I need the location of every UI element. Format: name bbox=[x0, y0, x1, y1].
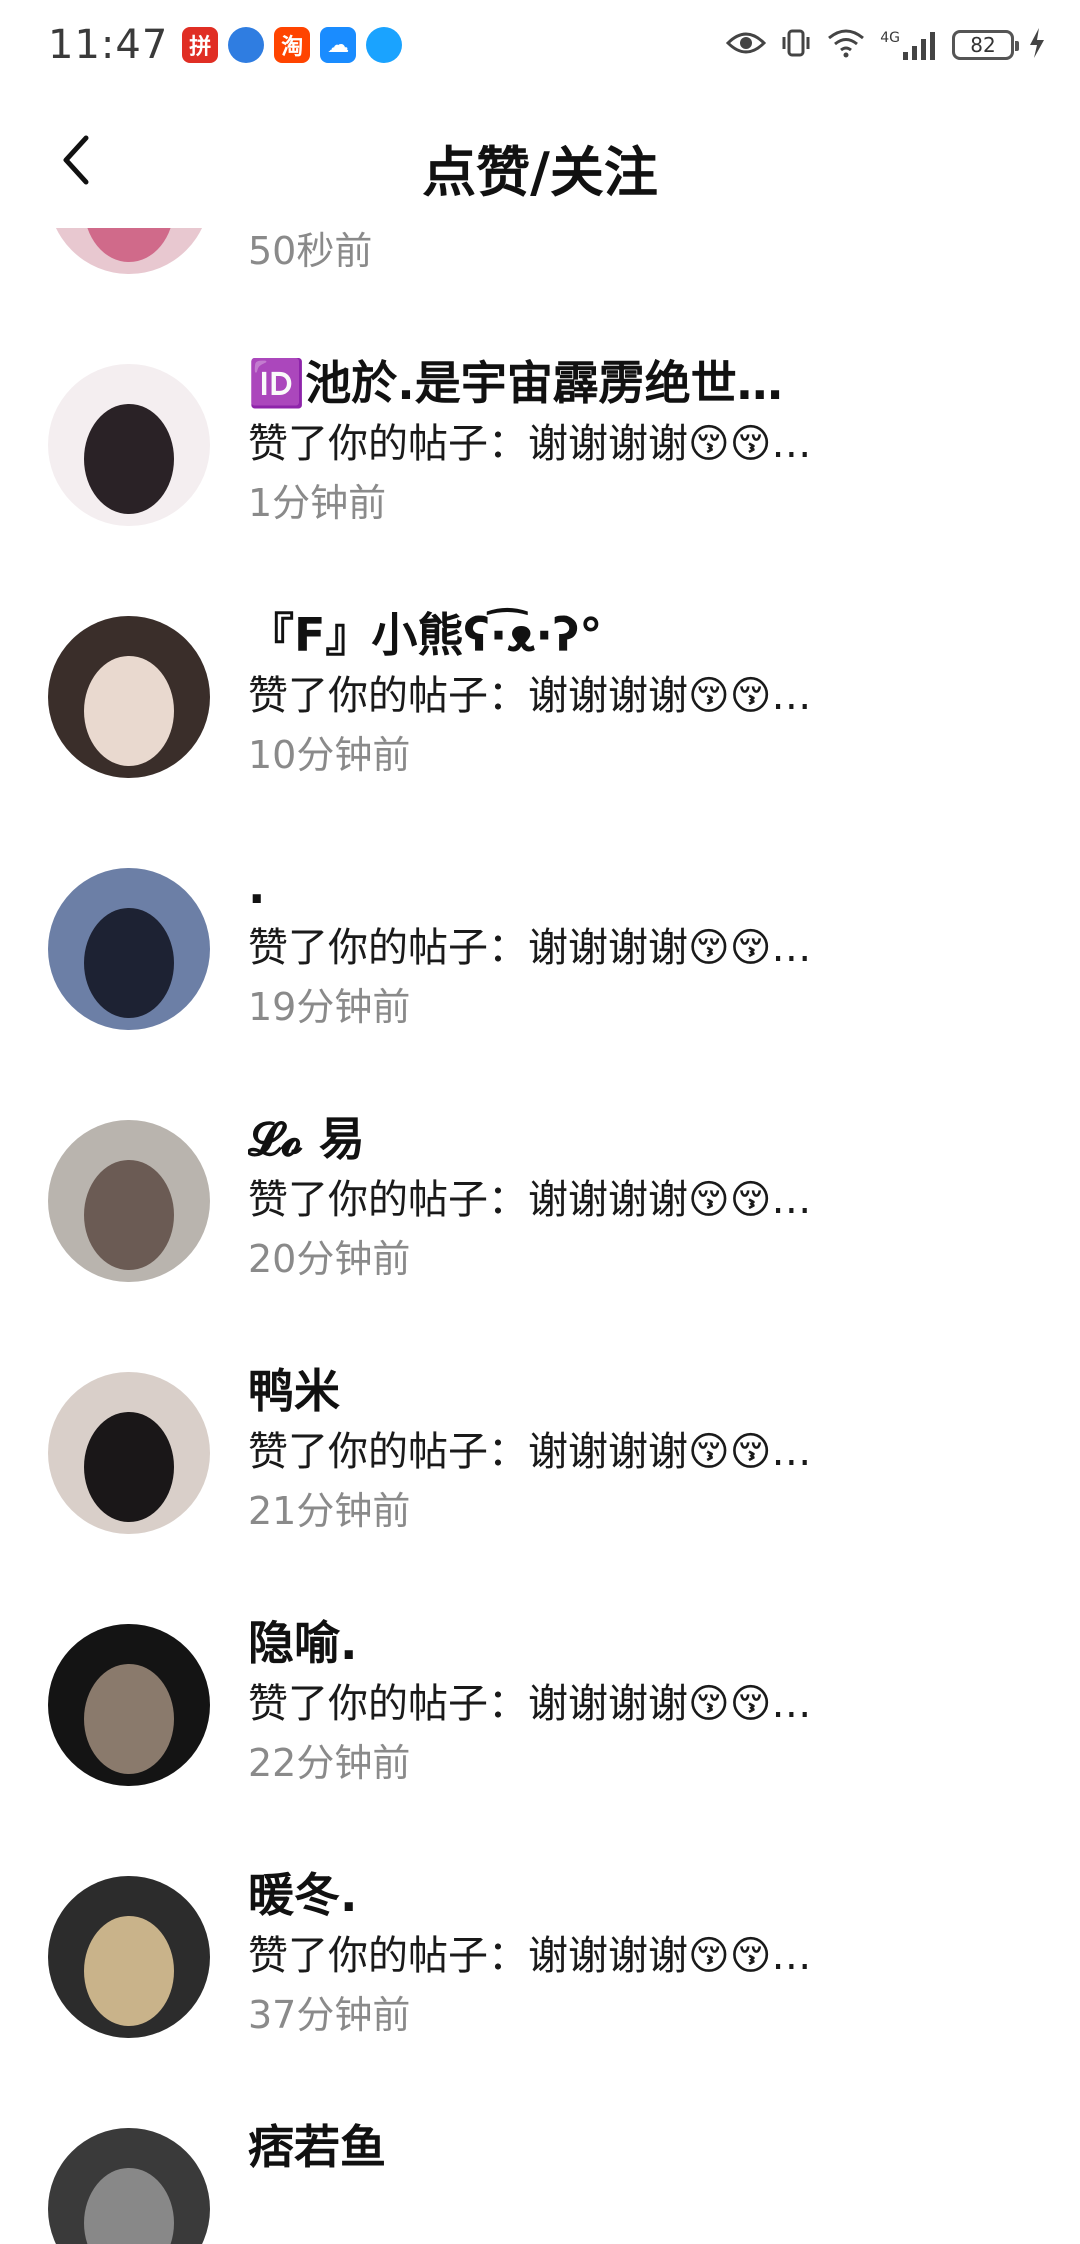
notification-text: 鸭米 赞了你的帖子：谢谢谢谢😚😚… 21分钟前 bbox=[248, 1360, 1048, 1540]
timestamp: 50秒前 bbox=[248, 229, 373, 273]
wifi-icon bbox=[826, 28, 866, 62]
notification-text: 痞若鱼 bbox=[248, 2116, 1048, 2244]
vibrate-icon bbox=[780, 27, 812, 63]
avatar[interactable] bbox=[48, 1120, 210, 1282]
notification-text: 暖冬. 赞了你的帖子：谢谢谢谢😚😚… 37分钟前 bbox=[248, 1864, 1048, 2044]
user-name[interactable]: 『F』小熊ʕ·͡ᴥ·ʔ° bbox=[248, 604, 1048, 666]
avatar-figure bbox=[84, 228, 174, 262]
notification-list-viewport[interactable]: 喜欢你 .赞了你的帖子：谢谢谢谢😚😚…50秒前🆔池於.是宇宙霹雳绝世…赞了你的帖… bbox=[0, 228, 1080, 2244]
timestamp: 22分钟前 bbox=[248, 1741, 411, 1785]
timestamp: 19分钟前 bbox=[248, 985, 411, 1029]
notification-item[interactable]: 🆔池於.是宇宙霹雳绝世… 赞了你的帖子：谢谢谢谢😚😚… 1分钟前 bbox=[0, 312, 1080, 564]
timestamp: 1分钟前 bbox=[248, 481, 387, 525]
action-text[interactable]: 赞了你的帖子：谢谢谢谢😚😚… bbox=[248, 1926, 1048, 1986]
timestamp bbox=[248, 2238, 1048, 2244]
notification-text: 喜欢你 .赞了你的帖子：谢谢谢谢😚😚…50秒前 bbox=[248, 228, 1048, 280]
battery-level: 82 bbox=[970, 33, 996, 57]
avatar-figure bbox=[84, 908, 174, 1018]
user-name[interactable]: 𝓛𝓸 易 bbox=[248, 1108, 1048, 1170]
notification-item[interactable]: 隐喻. 赞了你的帖子：谢谢谢谢😚😚… 22分钟前 bbox=[0, 1572, 1080, 1824]
action-text[interactable]: 赞了你的帖子：谢谢谢谢😚😚… bbox=[248, 1170, 1048, 1230]
notification-text: 🆔池於.是宇宙霹雳绝世… 赞了你的帖子：谢谢谢谢😚😚… 1分钟前 bbox=[248, 352, 1048, 532]
avatar[interactable] bbox=[48, 364, 210, 526]
user-name[interactable]: 痞若鱼 bbox=[248, 2116, 1048, 2178]
avatar[interactable] bbox=[48, 1624, 210, 1786]
user-name[interactable]: 隐喻. bbox=[248, 1612, 1048, 1674]
action-text[interactable]: 赞了你的帖子：谢谢谢谢😚😚… bbox=[248, 1422, 1048, 1482]
taobao-icon: 淘 bbox=[274, 27, 311, 63]
notification-list: 喜欢你 .赞了你的帖子：谢谢谢谢😚😚…50秒前🆔池於.是宇宙霹雳绝世…赞了你的帖… bbox=[0, 228, 1080, 2244]
network-type: 4G bbox=[880, 30, 900, 46]
avatar-figure bbox=[84, 1412, 174, 1522]
user-name[interactable]: 鸭米 bbox=[248, 1360, 1048, 1422]
timestamp: 20分钟前 bbox=[248, 1237, 411, 1281]
avatar[interactable] bbox=[48, 1372, 210, 1534]
timestamp: 37分钟前 bbox=[248, 1993, 411, 2037]
avatar[interactable] bbox=[48, 2128, 210, 2244]
status-left: 11:47 拼 淘 ☁ bbox=[48, 22, 412, 68]
avatar-figure bbox=[84, 404, 174, 514]
notification-text: 𝓛𝓸 易赞了你的帖子：谢谢谢谢😚😚… 20分钟前 bbox=[248, 1108, 1048, 1288]
notification-text: . 赞了你的帖子：谢谢谢谢😚😚… 19分钟前 bbox=[248, 856, 1048, 1036]
action-text[interactable]: 赞了你的帖子：谢谢谢谢😚😚… bbox=[248, 414, 1048, 474]
timestamp: 10分钟前 bbox=[248, 733, 411, 777]
status-bar: 11:47 拼 淘 ☁ 4G 82 bbox=[0, 0, 1080, 90]
avatar[interactable] bbox=[48, 616, 210, 778]
notification-item[interactable]: 『F』小熊ʕ·͡ᴥ·ʔ° 赞了你的帖子：谢谢谢谢😚😚… 10分钟前 bbox=[0, 564, 1080, 816]
notification-item[interactable]: 痞若鱼 bbox=[0, 2076, 1080, 2244]
user-name[interactable]: 暖冬. bbox=[248, 1864, 1048, 1926]
notification-app-icons: 拼 淘 ☁ bbox=[182, 27, 412, 63]
avatar-figure bbox=[84, 1160, 174, 1270]
search-app-icon bbox=[366, 27, 403, 63]
charging-icon bbox=[1028, 28, 1046, 62]
avatar-figure bbox=[84, 2168, 174, 2244]
notification-text: 隐喻. 赞了你的帖子：谢谢谢谢😚😚… 22分钟前 bbox=[248, 1612, 1048, 1792]
browser-icon bbox=[228, 27, 265, 63]
notification-text: 『F』小熊ʕ·͡ᴥ·ʔ° 赞了你的帖子：谢谢谢谢😚😚… 10分钟前 bbox=[248, 604, 1048, 784]
notification-item[interactable]: 暖冬. 赞了你的帖子：谢谢谢谢😚😚… 37分钟前 bbox=[0, 1824, 1080, 2076]
cellular-signal-icon: 4G bbox=[880, 30, 938, 60]
avatar[interactable] bbox=[48, 1876, 210, 2038]
timestamp: 21分钟前 bbox=[248, 1489, 411, 1533]
avatar-figure bbox=[84, 1916, 174, 2026]
status-right: 4G 82 bbox=[712, 27, 1046, 63]
action-text[interactable]: 赞了你的帖子：谢谢谢谢😚😚… bbox=[248, 1674, 1048, 1734]
user-name[interactable]: . bbox=[248, 856, 1048, 918]
avatar[interactable] bbox=[48, 228, 210, 274]
status-time: 11:47 bbox=[48, 22, 169, 68]
notification-item[interactable]: 𝓛𝓸 易赞了你的帖子：谢谢谢谢😚😚… 20分钟前 bbox=[0, 1068, 1080, 1320]
avatar[interactable] bbox=[48, 868, 210, 1030]
user-name[interactable]: 🆔池於.是宇宙霹雳绝世… bbox=[248, 352, 1048, 414]
notification-item[interactable]: 鸭米 赞了你的帖子：谢谢谢谢😚😚… 21分钟前 bbox=[0, 1320, 1080, 1572]
action-text[interactable]: 赞了你的帖子：谢谢谢谢😚😚… bbox=[248, 918, 1048, 978]
action-text[interactable]: 赞了你的帖子：谢谢谢谢😚😚… bbox=[248, 666, 1048, 726]
action-text[interactable] bbox=[248, 2178, 1048, 2238]
header: 点赞/关注 bbox=[0, 100, 1080, 220]
notification-item[interactable]: 喜欢你 .赞了你的帖子：谢谢谢谢😚😚…50秒前 bbox=[0, 228, 1080, 312]
battery-icon: 82 bbox=[952, 30, 1019, 60]
pinduoduo-icon: 拼 bbox=[182, 27, 219, 63]
avatar-figure bbox=[84, 1664, 174, 1774]
weather-icon: ☁ bbox=[320, 27, 357, 63]
avatar-figure bbox=[84, 656, 174, 766]
page-title: 点赞/关注 bbox=[422, 141, 658, 204]
eye-icon bbox=[726, 29, 767, 61]
notification-item[interactable]: . 赞了你的帖子：谢谢谢谢😚😚… 19分钟前 bbox=[0, 816, 1080, 1068]
